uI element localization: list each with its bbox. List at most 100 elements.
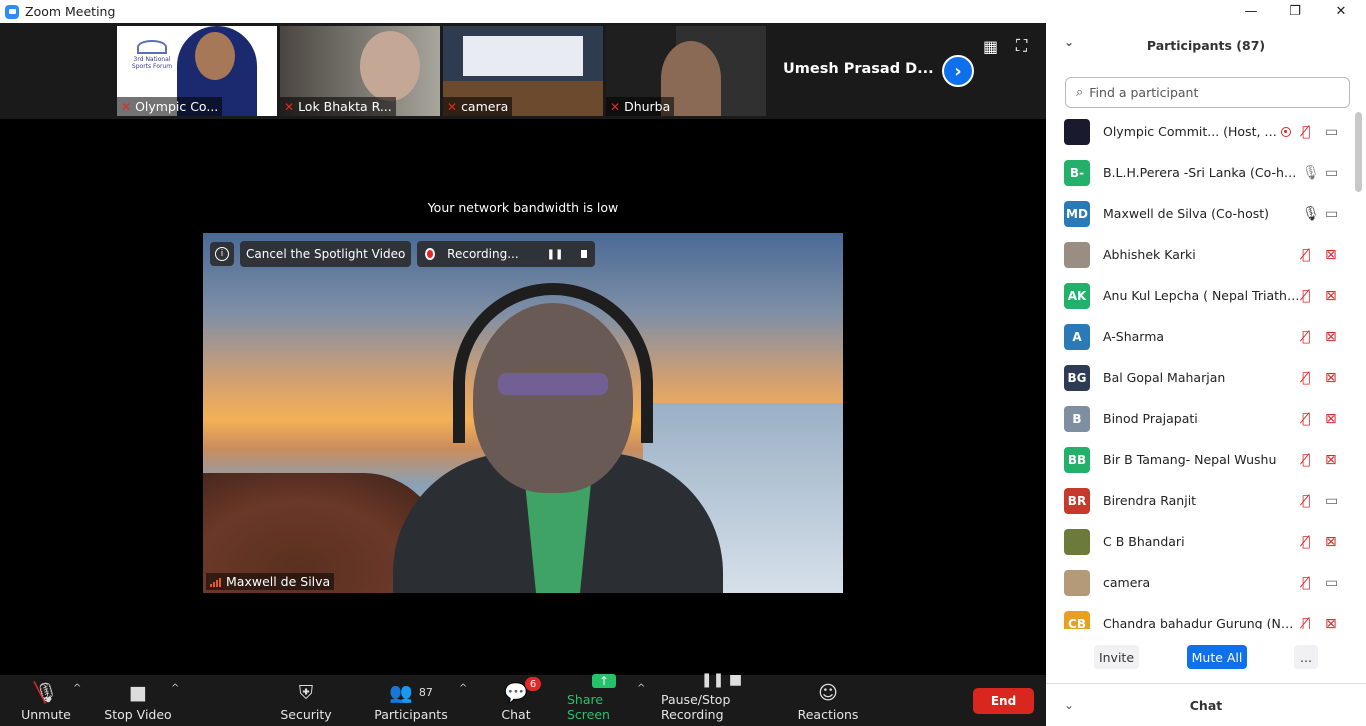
participant-name: Bal Gopal Maharjan: [1103, 370, 1226, 385]
participant-row[interactable]: camera 🎙̸ ▭: [1046, 562, 1366, 603]
mic-muted-icon: ✕: [121, 99, 132, 114]
mic-muted-icon[interactable]: 🎙̸: [1302, 370, 1310, 386]
participant-row[interactable]: BR Birendra Ranjit 🎙̸ ▭: [1046, 480, 1366, 521]
video-thumbnail-strip: 3rd National Sports Forum ✕ Olympic Co...…: [0, 23, 1046, 119]
participant-row[interactable]: Olympic Commit... (Host, me) 🎙̸ ▭: [1046, 111, 1366, 152]
participants-button[interactable]: 👥 87 Participants: [374, 675, 447, 726]
mic-muted-icon[interactable]: 🎙̸: [1302, 329, 1310, 345]
cancel-spotlight-button[interactable]: Cancel the Spotlight Video: [240, 241, 412, 267]
video-icon[interactable]: ▭: [1325, 575, 1338, 591]
video-thumbnail[interactable]: ✕ Lok Bhakta R...: [280, 26, 440, 116]
participant-row[interactable]: MD Maxwell de Silva (Co-host) 🎙 ▭: [1046, 193, 1366, 234]
mic-muted-icon: 🎙 ╲: [33, 682, 59, 704]
participant-face: [195, 32, 235, 80]
info-button[interactable]: i: [210, 242, 234, 266]
pause-stop-recording-button[interactable]: ❚❚ ■ Pause/Stop Recording: [661, 672, 782, 726]
video-off-icon[interactable]: ⊠: [1325, 411, 1337, 427]
end-meeting-button[interactable]: End: [973, 688, 1034, 714]
restore-button[interactable]: ❐: [1272, 0, 1318, 23]
share-screen-icon: ↑: [592, 674, 616, 688]
participants-panel: ⌄ Participants (87) ⌕ Find a participant…: [1046, 23, 1366, 726]
video-icon[interactable]: ▭: [1325, 493, 1338, 509]
video-off-icon[interactable]: ⊠: [1325, 370, 1337, 386]
video-off-icon[interactable]: ⊠: [1325, 452, 1337, 468]
participants-title: Participants (87): [1146, 37, 1266, 53]
video-thumbnail[interactable]: 3rd National Sports Forum ✕ Olympic Co...: [117, 26, 277, 116]
mic-muted-icon[interactable]: 🎙̸: [1302, 616, 1310, 630]
chat-button[interactable]: 💬 Chat 6: [497, 675, 541, 726]
recording-label: Recording...: [447, 247, 519, 261]
video-off-icon[interactable]: ⊠: [1325, 616, 1337, 630]
gallery-view-icon[interactable]: ▦: [983, 37, 998, 56]
video-icon[interactable]: ▭: [1325, 165, 1338, 181]
reactions-button[interactable]: ☺ Reactions: [798, 675, 859, 726]
stop-recording-button[interactable]: [581, 250, 588, 258]
meeting-area: 3rd National Sports Forum ✕ Olympic Co...…: [0, 23, 1046, 675]
participant-name: Bir B Tamang- Nepal Wushu: [1103, 452, 1277, 467]
participant-name-tile[interactable]: Umesh Prasad D...: [783, 61, 934, 77]
video-icon[interactable]: ▭: [1325, 206, 1338, 222]
next-page-button[interactable]: ›: [942, 55, 974, 87]
video-thumbnail[interactable]: ✕ camera: [443, 26, 603, 116]
share-screen-button[interactable]: ↑ Share Screen: [567, 674, 641, 726]
participant-search-input[interactable]: ⌕ Find a participant: [1065, 77, 1350, 108]
pause-recording-button[interactable]: ❚❚: [547, 249, 564, 260]
participant-avatar: BR: [1064, 487, 1090, 514]
fullscreen-icon[interactable]: ⛶: [1016, 36, 1027, 56]
mic-muted-icon[interactable]: 🎙̸: [1302, 247, 1310, 263]
more-options-button[interactable]: ...: [1294, 645, 1318, 669]
collapse-chevron-icon[interactable]: ⌄: [1064, 35, 1074, 49]
video-camera-icon: ■: [129, 682, 147, 704]
mic-muted-icon[interactable]: 🎙̸: [1302, 534, 1310, 550]
video-thumbnail[interactable]: ✕Dhurba ✕: [606, 26, 766, 116]
video-off-icon[interactable]: ⊠: [1325, 247, 1337, 263]
participant-row[interactable]: BG Bal Gopal Maharjan 🎙̸ ⊠: [1046, 357, 1366, 398]
mic-muted-icon[interactable]: 🎙̸: [1302, 493, 1310, 509]
video-off-icon[interactable]: ⊠: [1325, 534, 1337, 550]
chat-unread-badge: 6: [525, 677, 541, 691]
participant-list-scrollbar[interactable]: [1355, 112, 1362, 192]
security-button[interactable]: ⛨ Security: [280, 675, 332, 726]
participant-avatar: B-: [1064, 159, 1090, 186]
mic-muted-icon: ✕: [610, 99, 621, 114]
participant-row[interactable]: CB Chandra bahadur Gurung (NSC)... 🎙̸ ⊠: [1046, 603, 1366, 629]
mic-muted-icon[interactable]: 🎙̸: [1302, 575, 1310, 591]
participant-avatar: BG: [1064, 364, 1090, 391]
participant-row[interactable]: C B Bhandari 🎙̸ ⊠: [1046, 521, 1366, 562]
participant-row[interactable]: A A-Sharma 🎙̸ ⊠: [1046, 316, 1366, 357]
mic-muted-icon[interactable]: 🎙̸: [1302, 452, 1310, 468]
participant-avatar: MD: [1064, 200, 1090, 227]
mute-all-button[interactable]: Mute All: [1187, 645, 1247, 669]
participant-avatar: [1064, 241, 1090, 268]
mic-icon[interactable]: 🎙: [1302, 165, 1320, 181]
participant-row[interactable]: BB Bir B Tamang- Nepal Wushu 🎙̸ ⊠: [1046, 439, 1366, 480]
video-icon[interactable]: ▭: [1325, 124, 1338, 140]
close-button[interactable]: ✕: [1318, 0, 1364, 23]
mic-muted-icon[interactable]: 🎙̸: [1302, 288, 1310, 304]
minimize-button[interactable]: —: [1228, 0, 1274, 23]
participant-row[interactable]: B- B.L.H.Perera -Sri Lanka (Co-host) 🎙 ▭: [1046, 152, 1366, 193]
participant-row[interactable]: AK Anu Kul Lepcha ( Nepal Triathlo... 🎙̸ ⊠: [1046, 275, 1366, 316]
stop-video-button[interactable]: ■ Stop Video: [104, 675, 172, 726]
audio-options-caret[interactable]: ^: [73, 683, 81, 694]
participant-name: Birendra Ranjit: [1103, 493, 1197, 508]
participants-options-caret[interactable]: ^: [459, 683, 467, 694]
participant-name: Anu Kul Lepcha ( Nepal Triathlo...: [1103, 288, 1301, 303]
mic-icon[interactable]: 🎙: [1302, 206, 1320, 222]
mic-muted-icon[interactable]: 🎙̸: [1302, 124, 1310, 140]
video-off-icon[interactable]: ⊠: [1325, 288, 1337, 304]
spotlight-video[interactable]: i Cancel the Spotlight Video Recording..…: [203, 233, 843, 593]
mic-muted-icon[interactable]: 🎙̸: [1302, 411, 1310, 427]
thumbnail-label: ✕ camera: [443, 97, 513, 116]
participant-row[interactable]: Abhishek Karki 🎙̸ ⊠: [1046, 234, 1366, 275]
share-options-caret[interactable]: ^: [637, 683, 645, 694]
participant-name: Abhishek Karki: [1103, 247, 1196, 262]
participant-row[interactable]: B Binod Prajapati 🎙̸ ⊠: [1046, 398, 1366, 439]
pause-stop-icon: ❚❚ ■: [700, 672, 743, 688]
video-options-caret[interactable]: ^: [171, 683, 179, 694]
invite-button[interactable]: Invite: [1094, 645, 1139, 669]
video-off-icon[interactable]: ⊠: [1325, 329, 1337, 345]
unmute-button[interactable]: 🎙 ╲ Unmute: [20, 675, 72, 726]
chat-section-header[interactable]: ⌄ Chat: [1046, 683, 1366, 726]
signal-strength-icon: [210, 577, 221, 587]
